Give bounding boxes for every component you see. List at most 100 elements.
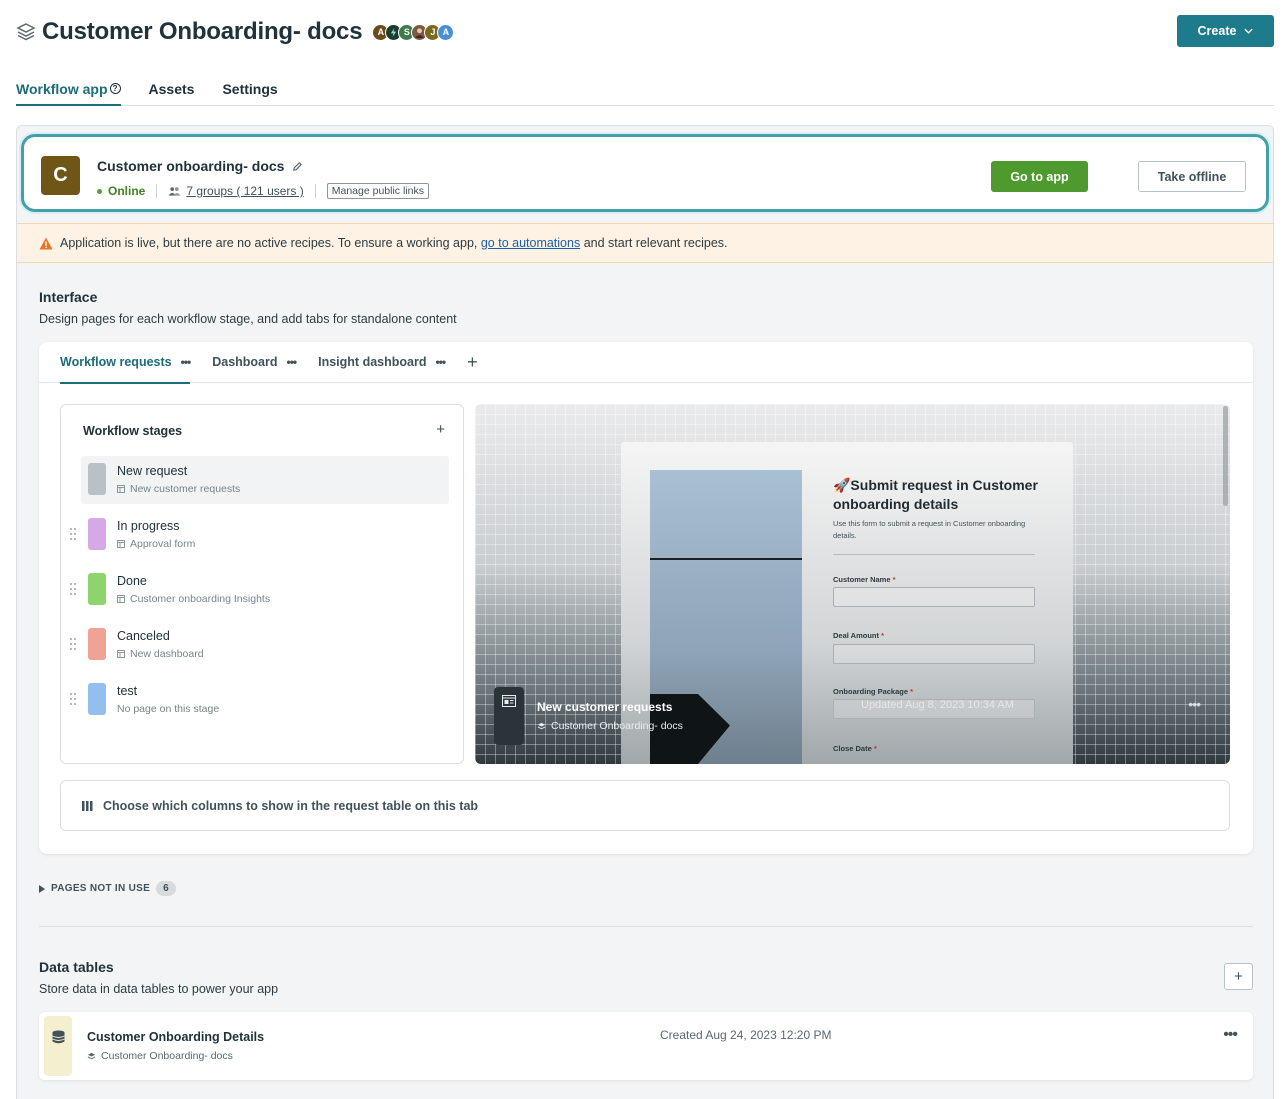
warning-banner: Application is live, but there are no ac… [17, 223, 1273, 263]
form-field [833, 644, 1035, 664]
manage-public-links-button[interactable]: Manage public links [326, 183, 429, 199]
add-data-table-button[interactable]: + [1224, 963, 1253, 990]
stage-page: Customer onboarding Insights [117, 593, 270, 605]
preview-app-name-text: Customer Onboarding- docs [551, 720, 683, 732]
help-icon[interactable]: ? [109, 83, 121, 94]
pages-not-in-use-label: PAGES NOT IN USE [51, 883, 151, 894]
stage-new-request[interactable]: New request New customer requests [81, 456, 449, 504]
workflow-stages-panel: Workflow stages + New request New custom… [60, 404, 464, 764]
layers-icon [87, 1052, 96, 1059]
data-table-icon-wrap [44, 1016, 72, 1076]
page-title: Customer Onboarding- docs [42, 18, 363, 45]
preview-app-name: Customer Onboarding- docs [537, 720, 683, 732]
drag-handle-icon[interactable] [69, 527, 77, 541]
go-to-app-button[interactable]: Go to app [991, 161, 1088, 192]
form-divider [833, 554, 1035, 555]
field-label-text: Close Date [833, 744, 872, 753]
page-icon [117, 650, 125, 658]
stage-name: Done [117, 574, 147, 588]
data-table-name: Customer Onboarding Details [87, 1030, 265, 1044]
columns-icon [82, 800, 93, 811]
go-to-automations-link[interactable]: go to automations [481, 236, 580, 250]
page-icon [117, 595, 125, 603]
choose-columns-button[interactable]: Choose which columns to show in the requ… [60, 780, 1230, 831]
page-preview[interactable]: 🚀Submit request in Customer onboarding d… [475, 404, 1230, 764]
data-table-app: Customer Onboarding- docs [87, 1050, 233, 1062]
divider [314, 184, 316, 198]
tab-label: Settings [222, 80, 278, 97]
bolt-icon [391, 27, 397, 37]
app-page: Customer Onboarding- docs A S J A Create… [0, 0, 1286, 1099]
form-title: 🚀Submit request in Customer onboarding d… [833, 477, 1038, 512]
form-description: Use this form to submit a request in Cus… [833, 519, 1026, 540]
count-badge: 6 [156, 881, 176, 896]
stages-title: Workflow stages [83, 424, 183, 438]
data-table-app-name: Customer Onboarding- docs [101, 1050, 233, 1062]
tab-workflow-requests[interactable]: Workflow requests ••• [60, 342, 192, 384]
stage-done[interactable]: Done Customer onboarding Insights [70, 566, 449, 614]
tab-label: Workflow app [16, 80, 108, 97]
add-stage-button[interactable]: + [436, 421, 445, 438]
tab-settings[interactable]: Settings [222, 72, 277, 105]
layers-icon [537, 722, 546, 729]
tab-label: Workflow requests [60, 355, 172, 369]
layers-icon [16, 23, 36, 41]
field-label-text: Deal Amount [833, 631, 879, 640]
workflow-app-panel: C Customer onboarding- docs Online 7 gro… [16, 125, 1274, 1099]
stage-page-name: New customer requests [130, 483, 241, 495]
choose-columns-label: Choose which columns to show in the requ… [103, 798, 479, 813]
more-icon[interactable]: ••• [435, 355, 446, 369]
drag-handle-icon[interactable] [69, 582, 77, 596]
add-tab-button[interactable]: + [467, 342, 478, 383]
stage-canceled[interactable]: Canceled New dashboard [70, 621, 449, 669]
avatar[interactable]: A [437, 23, 455, 41]
preview-page-name: New customer requests [537, 700, 673, 714]
stage-color-swatch [88, 518, 106, 550]
take-offline-button[interactable]: Take offline [1138, 161, 1246, 192]
stage-color-swatch [88, 628, 106, 660]
divider [156, 184, 158, 198]
stage-page: New dashboard [117, 648, 204, 660]
more-icon[interactable]: ••• [181, 355, 192, 369]
create-button[interactable]: Create [1177, 15, 1274, 47]
required-asterisk: * [892, 575, 896, 584]
page-header: Customer Onboarding- docs A S J A Create [16, 14, 1274, 50]
page-icon [117, 485, 125, 493]
tab-insight-dashboard[interactable]: Insight dashboard ••• [318, 342, 446, 383]
pencil-icon[interactable] [292, 161, 303, 172]
more-icon[interactable]: ••• [1223, 1026, 1238, 1044]
drag-handle-icon[interactable] [69, 692, 77, 706]
warning-icon [39, 237, 53, 249]
stage-test[interactable]: test No page on this stage [70, 676, 449, 724]
groups-link[interactable]: 7 groups ( 121 users ) [168, 184, 304, 198]
tab-assets[interactable]: Assets [149, 72, 195, 105]
drag-handle-icon[interactable] [69, 637, 77, 651]
scrollbar[interactable] [1223, 406, 1228, 506]
chevron-down-icon [1244, 28, 1254, 34]
groups-link-text: 7 groups ( 121 users ) [186, 184, 304, 198]
required-asterisk: * [910, 687, 914, 696]
tab-label: Assets [148, 80, 195, 97]
page-type-icon-card [494, 687, 524, 745]
warning-text-end: and start relevant recipes. [580, 236, 728, 250]
more-icon[interactable]: ••• [287, 355, 298, 369]
data-table-item[interactable]: Customer Onboarding Details Customer Onb… [39, 1012, 1253, 1080]
stage-name: New request [117, 464, 188, 478]
interface-title: Interface [39, 289, 98, 305]
stage-page-name: Approval form [130, 538, 196, 550]
required-asterisk: * [881, 631, 884, 640]
stage-in-progress[interactable]: In progress Approval form [70, 511, 449, 559]
collaborator-avatars[interactable]: A S J A [372, 23, 455, 41]
tab-dashboard[interactable]: Dashboard ••• [212, 342, 298, 383]
tab-workflow-app[interactable]: Workflow app ? [16, 72, 121, 106]
field-label-text: Onboarding Package [833, 687, 909, 696]
tab-label: Insight dashboard [318, 355, 427, 369]
online-status-dot [97, 188, 102, 194]
stage-page: New customer requests [117, 483, 240, 495]
users-icon [168, 187, 181, 196]
stage-page: Approval form [117, 538, 195, 550]
stage-page-name: Customer onboarding Insights [130, 593, 271, 605]
pages-not-in-use-toggle[interactable]: PAGES NOT IN USE 6 [39, 881, 176, 896]
more-icon[interactable]: ••• [1188, 696, 1201, 712]
stage-color-swatch [88, 683, 106, 715]
